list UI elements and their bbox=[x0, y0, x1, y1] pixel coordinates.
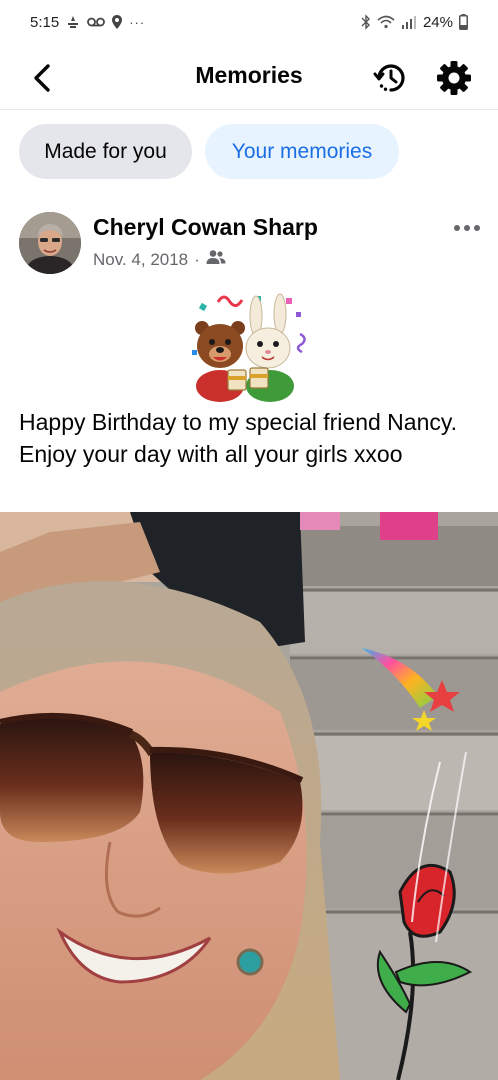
more-dots-icon bbox=[454, 225, 480, 231]
post-date[interactable]: Nov. 4, 2018 bbox=[93, 250, 188, 270]
battery-icon bbox=[459, 14, 468, 30]
your-memories-chip[interactable]: Your memories bbox=[205, 124, 399, 179]
history-button[interactable] bbox=[370, 58, 412, 98]
location-icon bbox=[111, 14, 123, 30]
post-meta: Nov. 4, 2018 · bbox=[93, 249, 226, 270]
notification-icon bbox=[65, 14, 81, 30]
friends-icon bbox=[206, 249, 226, 270]
page-title: Memories bbox=[195, 62, 303, 88]
wifi-icon bbox=[377, 15, 395, 29]
post-photo[interactable] bbox=[0, 512, 498, 1080]
status-bar: 5:15 ··· 24% bbox=[0, 0, 498, 44]
gear-icon bbox=[437, 61, 471, 95]
voicemail-icon bbox=[87, 16, 106, 28]
battery-percent: 24% bbox=[422, 13, 453, 31]
post-text: Happy Birthday to my special friend Nanc… bbox=[19, 409, 458, 467]
top-app-bar: Memories bbox=[0, 44, 498, 110]
more-options-button[interactable] bbox=[448, 216, 486, 240]
birthday-sticker bbox=[188, 290, 312, 408]
author-name[interactable]: Cheryl Cowan Sharp bbox=[93, 214, 318, 241]
meta-separator: · bbox=[194, 249, 200, 269]
status-time: 5:15 bbox=[30, 13, 60, 31]
more-notifications-icon: ··· bbox=[129, 14, 146, 30]
history-icon bbox=[373, 64, 405, 92]
bluetooth-icon bbox=[361, 14, 371, 30]
author-avatar[interactable] bbox=[19, 212, 81, 274]
settings-button[interactable] bbox=[433, 58, 475, 98]
signal-icon bbox=[401, 15, 417, 29]
made-for-you-chip[interactable]: Made for you bbox=[19, 124, 192, 179]
